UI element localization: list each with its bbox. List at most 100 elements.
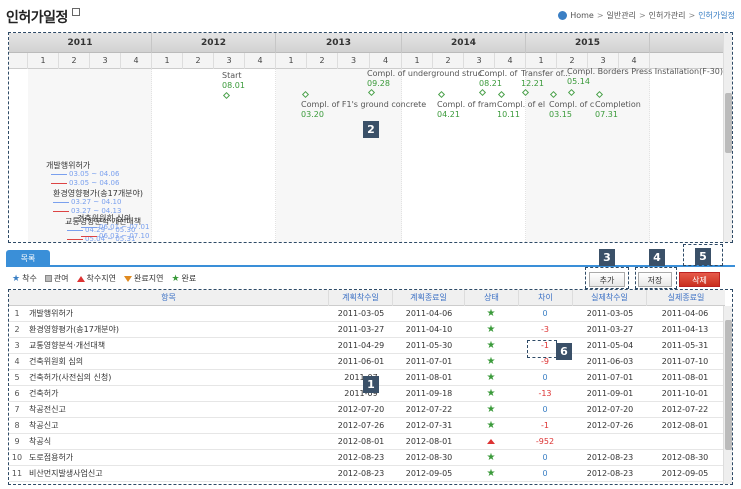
milestone[interactable]: Compl. of underground struc 09.28 (367, 69, 482, 89)
table-row[interactable]: 2 환경영향평가(송17개분야) 2011-03-27 2011-04-10 ★ -3 20… (9, 322, 725, 338)
milestone[interactable]: Compl. of F1's ground concrete 03.20 (301, 100, 426, 120)
row-status: ★ (465, 402, 517, 418)
milestone[interactable]: Compl. Borders Press Installation(F-30) … (567, 67, 723, 87)
gantt-plan-bar[interactable]: 03.27 ~ 04.10 (53, 198, 121, 207)
milestone[interactable]: Compl. of 08.21 (479, 69, 517, 89)
row-number: 5 (14, 373, 20, 382)
callout-box (527, 340, 557, 358)
quarter-label: 2 (183, 53, 214, 69)
gantt-plan-bar[interactable]: 06.01 ~ 07.01 (81, 223, 149, 232)
row-plan-end: 2012-09-05 (405, 469, 453, 478)
legend-label: 완료 (181, 274, 197, 283)
row-plan-start: 2012-07-20 (337, 405, 385, 414)
bar-date: 03.05 ~ 04.06 (69, 170, 120, 178)
external-link-icon[interactable] (72, 8, 80, 16)
milestone[interactable]: Transfer of... 12.21 (521, 69, 570, 89)
table-row[interactable]: 3 교통영향분석·개선대책 2011-04-29 2011-05-30 ★ -1 2011-… (9, 338, 725, 354)
row-status: ★ (465, 370, 517, 386)
row-number: 3 (14, 341, 20, 350)
row-item-name: 건축허가 (29, 389, 59, 398)
milestone-label: Compl. of F1's ground concrete (301, 100, 427, 109)
legend-label: 착수지연 (86, 274, 116, 283)
row-number: 10 (11, 453, 23, 462)
row-plan-end: 2011-04-06 (405, 309, 453, 318)
row-item-name: 착공식 (29, 437, 52, 446)
legend-started: ★ 착수 (12, 273, 37, 284)
milestone[interactable]: Compl. of fram 04.21 (437, 100, 497, 120)
star-green-icon: ★ (486, 356, 496, 367)
milestone-label: Compl. of fram (437, 100, 497, 109)
col-header-item[interactable]: 항목 (9, 290, 329, 306)
quarter-label: 2 (59, 53, 90, 69)
milestone-label: Transfer of... (521, 69, 571, 78)
triangle-red-icon (76, 275, 85, 282)
row-item-name: 도로점용허가 (29, 453, 74, 462)
milestone-label: Start (222, 71, 242, 80)
col-header-status[interactable]: 상태 (465, 290, 519, 306)
scrollbar-thumb[interactable] (725, 320, 732, 450)
milestone[interactable]: Compl. of c 03.15 (549, 100, 594, 120)
home-icon[interactable] (558, 11, 568, 20)
quarter-label: 1 (402, 53, 433, 69)
gantt-scrollbar[interactable] (723, 33, 732, 242)
row-number: 9 (14, 437, 20, 446)
breadcrumb-permit[interactable]: 인허가관리 (649, 10, 686, 21)
milestone[interactable]: Start 08.01 (222, 71, 245, 91)
row-diff: -952 (535, 437, 555, 446)
col-header-actual-start[interactable]: 실제착수일 (573, 290, 647, 306)
gantt-column (276, 69, 402, 242)
col-header-actual-end[interactable]: 실제종료일 (647, 290, 725, 306)
scrollbar-thumb[interactable] (725, 93, 732, 153)
row-status: ★ (465, 418, 517, 434)
quarter-label: 1 (152, 53, 183, 69)
row-status: ★ (465, 466, 517, 482)
gantt-plan-bar[interactable]: 03.05 ~ 04.06 (51, 170, 119, 179)
row-actual-start: 2011-09-01 (586, 389, 634, 398)
row-plan-start: 2011-09 (344, 389, 378, 398)
col-header-plan-end[interactable]: 계획종료일 (393, 290, 465, 306)
breadcrumb-home[interactable]: Home (570, 11, 594, 20)
table-row[interactable]: 8 착공신고 2012-07-26 2012-07-31 ★ -1 2012-07-26 20… (9, 418, 725, 434)
table-row[interactable]: 1 개발행위허가 2011-03-05 2011-04-06 ★ 0 2011-03-05 2… (9, 306, 725, 322)
quarter-label: 2 (433, 53, 464, 69)
row-actual-start: 2012-07-26 (586, 421, 634, 430)
breadcrumb-general[interactable]: 일반관리 (607, 10, 636, 21)
callout-badge: 2 (363, 121, 379, 138)
milestone[interactable]: Compl. of el 10.11 (497, 100, 545, 120)
table-row[interactable]: 4 건축위원회 심의 2011-06-01 2011-07-01 ★ -9 2011-06-… (9, 354, 725, 370)
row-diff: -3 (541, 325, 549, 334)
row-plan-end: 2011-09-18 (405, 389, 453, 398)
row-actual-start: 2011-05-04 (586, 341, 634, 350)
row-diff: 0 (542, 405, 548, 414)
row-status (465, 434, 517, 450)
table-scrollbar[interactable] (723, 306, 732, 484)
row-status: ★ (465, 354, 517, 370)
row-diff: 0 (542, 469, 548, 478)
delete-button[interactable]: 삭제 (679, 272, 720, 287)
row-plan-end: 2012-07-31 (405, 421, 453, 430)
tab-list[interactable]: 목록 (6, 250, 50, 267)
milestone-date: 07.31 (595, 110, 618, 119)
row-actual-start: 2011-03-27 (586, 325, 634, 334)
milestone[interactable]: Completion 07.31 (595, 100, 641, 120)
table-header: 항목 계획착수일 계획종료일 상태 차이 실제착수일 실제종료일 (9, 290, 725, 306)
row-status: ★ (465, 450, 517, 466)
gantt-actual-bar[interactable]: 03.05 ~ 04.06 (51, 179, 119, 188)
star-blue-icon: ★ (12, 273, 21, 284)
row-actual-start: 2012-08-23 (586, 453, 634, 462)
milestone-date: 04.21 (437, 110, 460, 119)
star-green-icon: ★ (486, 324, 496, 335)
col-header-plan-start[interactable]: 계획착수일 (329, 290, 393, 306)
legend-complete: ★ 완료 (171, 273, 196, 284)
col-header-diff[interactable]: 차이 (519, 290, 573, 306)
table-row[interactable]: 10 도로점용허가 2012-08-23 2012-08-30 ★ 0 2012-08-23… (9, 450, 725, 466)
triangle-orange-icon (124, 275, 132, 282)
breadcrumb-separator: > (638, 11, 646, 20)
table-row[interactable]: 11 비산먼지발생사업신고 2012-08-23 2012-09-05 ★ 0 2012-0… (9, 466, 725, 482)
gantt-actual-bar[interactable]: 06.03 ~ 07.10 (81, 232, 149, 241)
breadcrumb-separator: > (596, 11, 604, 20)
table-row[interactable]: 9 착공식 2012-08-01 2012-08-01 -952 (9, 434, 725, 450)
legend-label: 착수 (22, 274, 37, 283)
row-item-name: 교통영향분석·개선대책 (29, 341, 106, 350)
table-row[interactable]: 7 착공전신고 2012-07-20 2012-07-22 ★ 0 2012-07-20 20… (9, 402, 725, 418)
